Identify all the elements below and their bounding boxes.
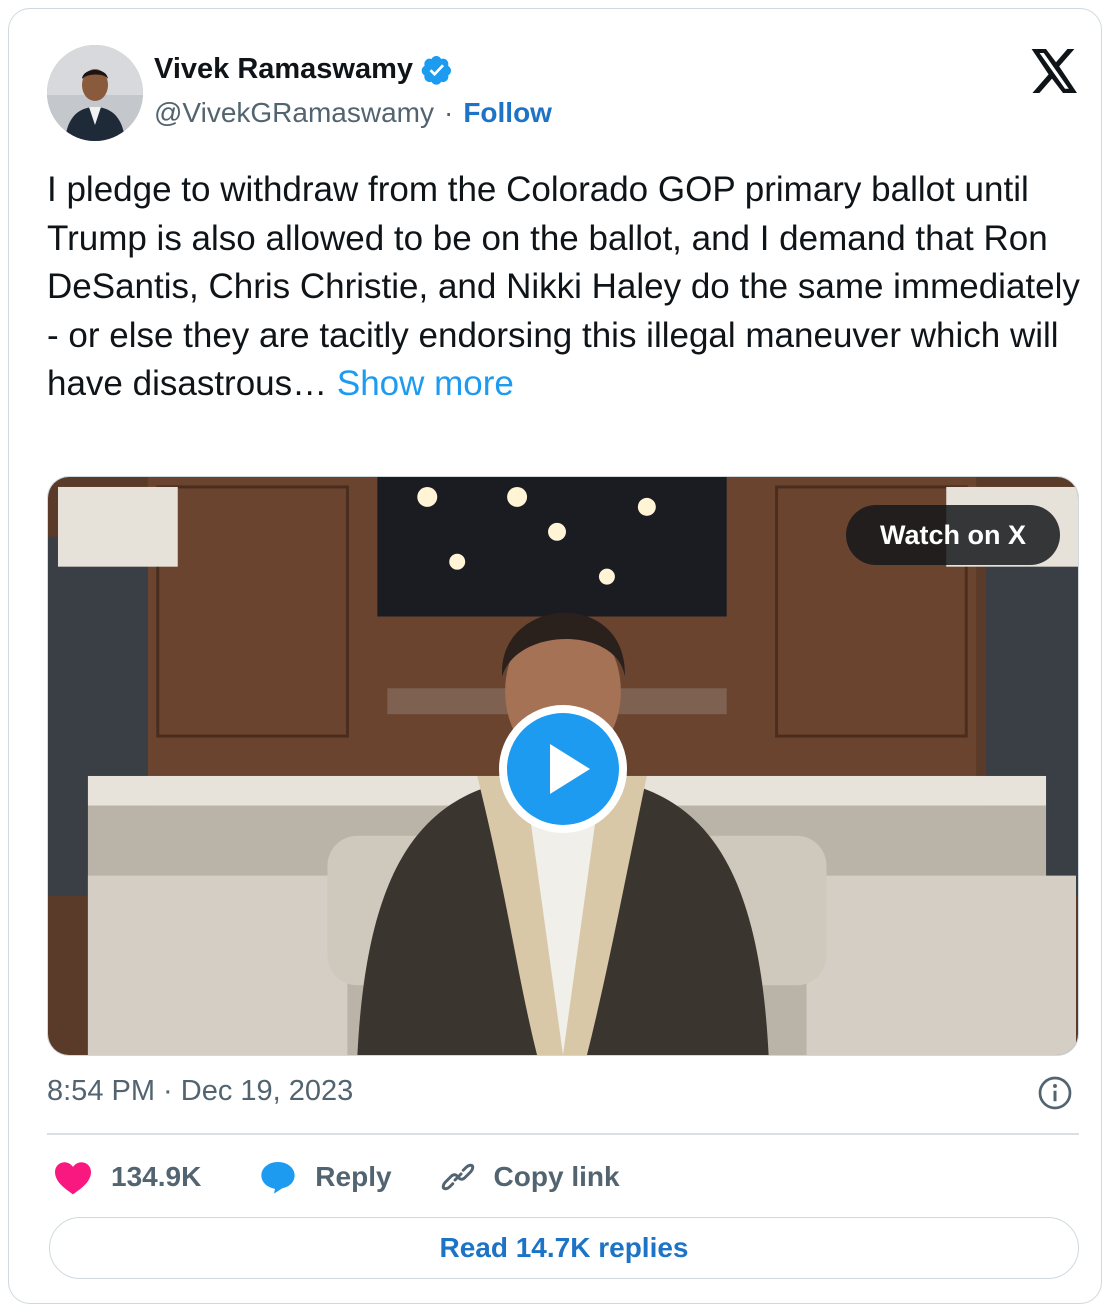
author-name-row: Vivek Ramaswamy [154,53,453,86]
author-handle-row: @VivekGRamaswamy · Follow [154,97,552,129]
follow-button[interactable]: Follow [463,97,552,129]
divider [47,1133,1079,1135]
like-count: 134.9K [111,1161,202,1192]
tweet-actions: 134.9K Reply Copy link [53,1155,620,1199]
like-button[interactable]: 134.9K [53,1159,201,1195]
copy-link-label: Copy link [493,1161,620,1192]
tweet-body: I pledge to withdraw from the Colorado G… [47,170,1080,403]
author-name[interactable]: Vivek Ramaswamy [154,53,413,86]
copy-link-button[interactable]: Copy link [440,1159,620,1195]
author-handle[interactable]: @VivekGRamaswamy [154,97,434,129]
info-icon[interactable] [1037,1075,1073,1111]
link-icon [441,1163,474,1191]
verified-badge-icon [421,55,452,85]
x-logo-icon[interactable] [1031,49,1079,93]
heart-icon [55,1162,91,1195]
reply-button[interactable]: Reply [259,1159,392,1195]
tweet-text: I pledge to withdraw from the Colorado G… [47,166,1087,409]
author-avatar[interactable] [47,45,143,141]
handle-separator: · [443,97,454,128]
play-icon[interactable] [496,702,630,836]
show-more-link[interactable]: Show more [337,364,514,403]
reply-label: Reply [315,1161,392,1192]
reply-bubble-icon [261,1161,295,1194]
profile-photo-icon [47,45,143,141]
tweet-card: Vivek Ramaswamy @VivekGRamaswamy · Follo… [8,8,1102,1304]
video-media[interactable]: Watch on X [47,476,1079,1056]
watch-on-x-button[interactable]: Watch on X [846,505,1060,565]
tweet-timestamp[interactable]: 8:54 PM · Dec 19, 2023 [47,1075,353,1108]
read-replies-button[interactable]: Read 14.7K replies [49,1217,1079,1279]
